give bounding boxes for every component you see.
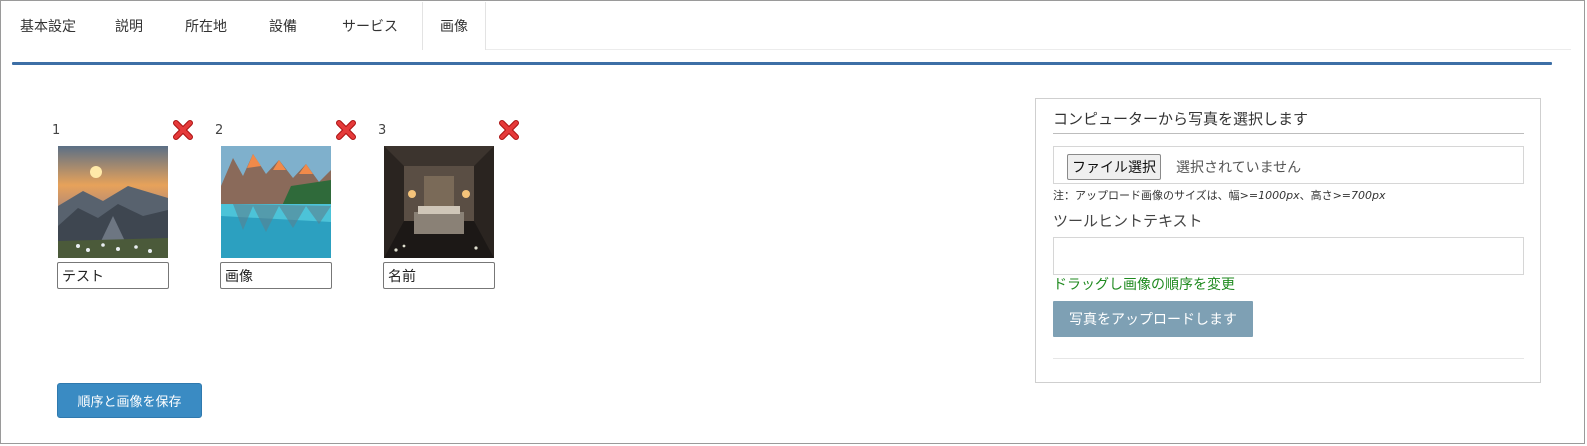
image-name-input[interactable] <box>383 262 495 289</box>
close-x-icon[interactable] <box>172 119 194 141</box>
tab-images[interactable]: 画像 <box>422 2 486 50</box>
image-name-input[interactable] <box>57 262 169 289</box>
close-x-icon[interactable] <box>335 119 357 141</box>
tab-location[interactable]: 所在地 <box>164 2 248 50</box>
panel-bottom-divider <box>1053 358 1524 359</box>
app-frame: 基本設定 説明 所在地 設備 サービス 画像 1 テスト 2 画像 3 名前 順… <box>0 0 1585 444</box>
image-number: 3 <box>378 123 387 138</box>
image-thumbnail-bedroom[interactable] <box>384 146 494 258</box>
image-card-2[interactable]: 2 <box>215 119 365 291</box>
panel-title-divider <box>1053 133 1524 134</box>
file-status-text: 選択されていません <box>1176 160 1302 176</box>
image-number: 2 <box>215 123 224 138</box>
choose-file-button[interactable]: ファイル選択 <box>1067 154 1161 180</box>
tooltip-text-label: ツールヒントテキスト <box>1053 212 1203 230</box>
tab-description[interactable]: 説明 <box>94 2 164 50</box>
close-x-icon[interactable] <box>498 119 520 141</box>
upload-size-note: 注：アップロード画像のサイズは、幅>=1000px、高さ>=700px <box>1053 189 1386 202</box>
tab-bar: 基本設定 説明 所在地 設備 サービス 画像 <box>2 2 486 50</box>
image-thumbnail-mountain-lake[interactable] <box>221 146 331 258</box>
image-thumbnail-mountain-sunset[interactable] <box>58 146 168 258</box>
image-card-3[interactable]: 3 <box>378 119 528 291</box>
image-number: 1 <box>52 123 61 138</box>
tab-facilities[interactable]: 設備 <box>248 2 318 50</box>
upload-panel: コンピューターから写真を選択します ファイル選択 選択されていません 注：アップ… <box>1035 98 1541 383</box>
tab-bar-divider <box>486 49 1571 50</box>
image-name-input[interactable] <box>220 262 332 289</box>
upload-photo-button[interactable]: 写真をアップロードします <box>1053 301 1253 337</box>
save-order-and-images-button[interactable]: 順序と画像を保存 <box>57 383 202 418</box>
image-card-1[interactable]: 1 <box>52 119 202 291</box>
tooltip-text-input[interactable] <box>1053 237 1524 275</box>
upload-panel-title: コンピューターから写真を選択します <box>1053 110 1309 128</box>
tab-basic-settings[interactable]: 基本設定 <box>2 2 94 50</box>
file-input[interactable]: ファイル選択 選択されていません <box>1053 146 1524 184</box>
tab-content-rule <box>12 62 1552 65</box>
tab-services[interactable]: サービス <box>318 2 422 50</box>
drag-reorder-hint: ドラッグし画像の順序を変更 <box>1053 277 1235 293</box>
